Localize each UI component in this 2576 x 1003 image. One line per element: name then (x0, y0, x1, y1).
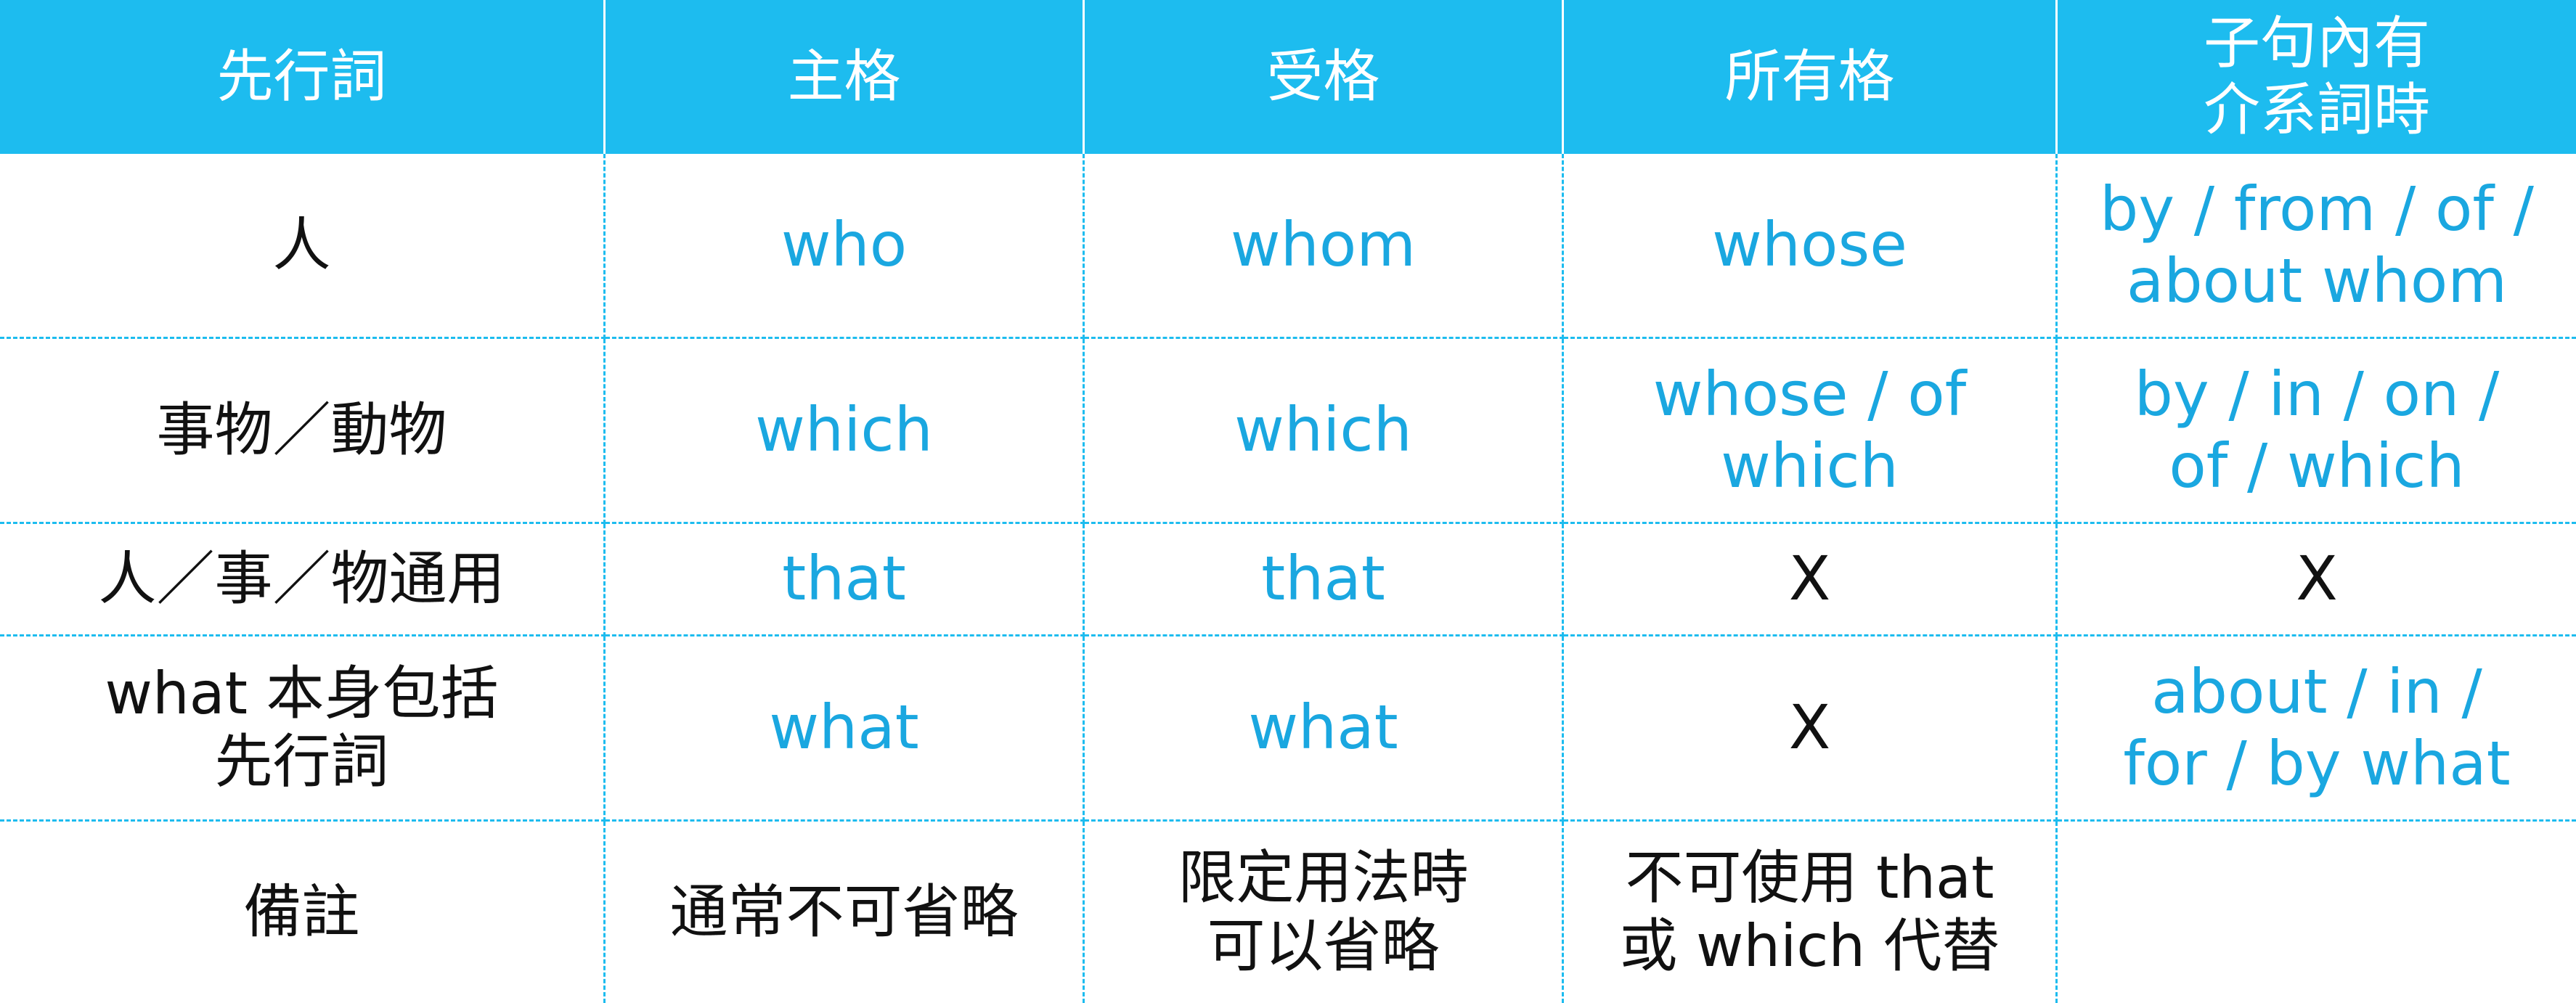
row-5-objective-line-1: 限定用法時 (1178, 843, 1469, 912)
row-1-with-preposition-line-2: about whom (2126, 245, 2508, 316)
row-2-subjective-line-1: which (755, 394, 933, 466)
row-1-subjective-line-1: who (780, 209, 908, 281)
row-4-objective: what (1085, 636, 1564, 822)
row-2-objective-line-1: which (1234, 394, 1412, 466)
row-2-possessive: whose / of which (1564, 339, 2058, 524)
row-3-subjective: that (606, 524, 1085, 636)
row-3-antecedent: 人／事／物通用 (0, 524, 606, 636)
row-1-subjective: who (606, 154, 1085, 339)
row-2-possessive-line-2: which (1721, 430, 1899, 502)
header-with-preposition-line-1: 子句內有 (2203, 10, 2430, 76)
row-1-possessive-line-1: whose (1712, 209, 1907, 281)
row-5-possessive: 不可使用 that 或 which 代替 (1564, 822, 2058, 1003)
row-2-antecedent-line-1: 事物／動物 (156, 396, 447, 464)
row-4-antecedent-line-1: what 本身包括 (105, 659, 499, 727)
header-subjective: 主格 (606, 0, 1085, 154)
row-3-possessive: X (1564, 524, 2058, 636)
row-5-antecedent-line-1: 備註 (243, 877, 360, 946)
header-objective: 受格 (1085, 0, 1564, 154)
row-2-with-preposition-line-2: of / which (2169, 430, 2465, 502)
header-possessive: 所有格 (1564, 0, 2058, 154)
row-2-with-preposition-line-1: by / in / on / (2134, 358, 2500, 430)
row-3-with-preposition: X (2058, 524, 2576, 636)
row-2-with-preposition: by / in / on / of / which (2058, 339, 2576, 524)
row-2-objective: which (1085, 339, 1564, 524)
header-objective-line-1: 受格 (1266, 44, 1380, 110)
row-3-objective: that (1085, 524, 1564, 636)
row-5-subjective: 通常不可省略 (606, 822, 1085, 1003)
row-3-objective-line-1: that (1261, 543, 1385, 615)
row-5-antecedent: 備註 (0, 822, 606, 1003)
row-4-antecedent-line-2: 先行詞 (214, 728, 389, 795)
row-4-with-preposition-line-1: about / in / (2151, 655, 2482, 727)
row-4-subjective-line-1: what (769, 692, 919, 763)
row-1-antecedent: 人 (0, 154, 606, 339)
relative-pronoun-table: 先行詞 主格 受格 所有格 子句內有 介系詞時 人 who whom whose… (0, 0, 2576, 1003)
header-subjective-line-1: 主格 (787, 44, 901, 110)
row-4-subjective: what (606, 636, 1085, 822)
header-with-preposition: 子句內有 介系詞時 (2058, 0, 2576, 154)
row-5-subjective-line-1: 通常不可省略 (669, 877, 1019, 946)
row-4-antecedent: what 本身包括 先行詞 (0, 636, 606, 822)
row-3-subjective-line-1: that (782, 543, 906, 615)
row-4-possessive-line-1: X (1788, 692, 1831, 763)
row-5-possessive-line-1: 不可使用 that (1625, 843, 1994, 912)
row-3-possessive-line-1: X (1788, 543, 1831, 615)
row-1-possessive: whose (1564, 154, 2058, 339)
row-5-objective: 限定用法時 可以省略 (1085, 822, 1564, 1003)
row-2-antecedent: 事物／動物 (0, 339, 606, 524)
row-1-objective-line-1: whom (1230, 209, 1417, 281)
row-1-objective: whom (1085, 154, 1564, 339)
row-2-possessive-line-1: whose / of (1652, 358, 1967, 430)
row-3-antecedent-line-1: 人／事／物通用 (98, 544, 505, 613)
row-1-with-preposition: by / from / of / about whom (2058, 154, 2576, 339)
row-4-with-preposition-line-2: for / by what (2123, 728, 2511, 799)
header-with-preposition-line-2: 介系詞時 (2203, 78, 2430, 143)
header-possessive-line-1: 所有格 (1724, 44, 1895, 110)
row-1-antecedent-line-1: 人 (272, 210, 331, 279)
row-5-possessive-line-2: 或 which 代替 (1619, 912, 2000, 980)
row-1-with-preposition-line-1: by / from / of / (2100, 173, 2534, 245)
header-antecedent-line-1: 先行詞 (216, 44, 387, 110)
row-5-with-preposition (2058, 822, 2576, 1003)
row-2-subjective: which (606, 339, 1085, 524)
row-4-objective-line-1: what (1248, 692, 1398, 763)
row-4-with-preposition: about / in / for / by what (2058, 636, 2576, 822)
header-antecedent: 先行詞 (0, 0, 606, 154)
row-4-possessive: X (1564, 636, 2058, 822)
row-3-with-preposition-line-1: X (2296, 543, 2338, 615)
row-5-objective-line-2: 可以省略 (1207, 912, 1440, 980)
